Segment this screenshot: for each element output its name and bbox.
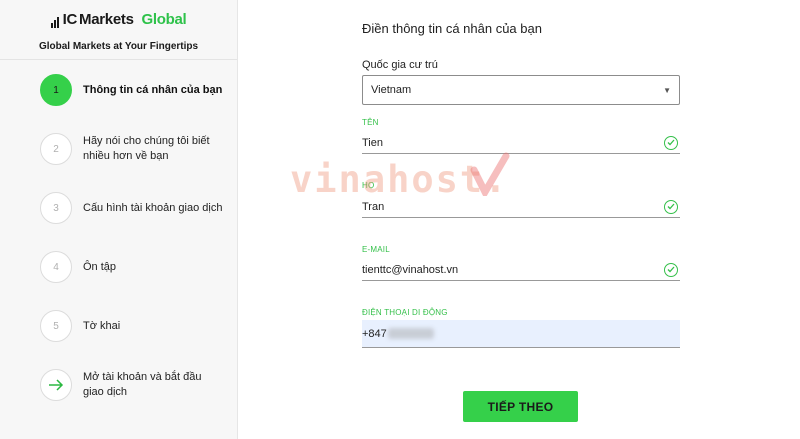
- email-field[interactable]: tienttc@vinahost.vn: [362, 259, 680, 281]
- phone-value: +847: [362, 327, 387, 340]
- country-label: Quốc gia cư trú: [362, 59, 438, 71]
- step-number-badge: 2: [40, 133, 72, 165]
- step-label: Ôn tập: [83, 260, 117, 273]
- form-title: Điền thông tin cá nhân của bạn: [362, 21, 542, 36]
- arrow-right-icon: [40, 369, 72, 401]
- step-6[interactable]: Mở tài khoản và bắt đầu giao dịch: [40, 369, 223, 401]
- phone-field[interactable]: +847: [362, 320, 680, 348]
- first-name-label: TÊN: [362, 118, 379, 127]
- first-name-value: Tien: [362, 136, 383, 149]
- country-value: Vietnam: [371, 84, 412, 96]
- sidebar: IC Markets Global Global Markets at Your …: [0, 0, 238, 439]
- step-label: Thông tin cá nhân của bạn: [83, 83, 223, 96]
- logo-markets-text: Markets: [79, 11, 134, 28]
- first-name-field[interactable]: Tien: [362, 132, 680, 154]
- step-label: Tờ khai: [83, 319, 121, 332]
- ic-markets-logo: IC Markets Global: [50, 11, 187, 28]
- step-label: Hãy nói cho chúng tôi biết nhiều hơn về …: [83, 135, 210, 162]
- logo-bars-icon: [50, 16, 59, 28]
- step-1[interactable]: 1 Thông tin cá nhân của bạn: [40, 74, 223, 106]
- email-value: tienttc@vinahost.vn: [362, 263, 459, 276]
- step-number-badge: 3: [40, 192, 72, 224]
- country-select[interactable]: Vietnam ▼: [362, 75, 680, 105]
- brand-header: IC Markets Global Global Markets at Your …: [0, 0, 237, 60]
- logo-global-text: Global: [141, 11, 187, 28]
- check-icon: [664, 199, 678, 214]
- check-icon: [664, 135, 678, 150]
- step-4[interactable]: 4 Ôn tập: [40, 251, 223, 283]
- next-button[interactable]: TIẾP THEO: [463, 391, 578, 422]
- redacted-blur: [387, 328, 434, 339]
- step-2[interactable]: 2 Hãy nói cho chúng tôi biết nhiều hơn v…: [40, 133, 223, 165]
- phone-label: ĐIỆN THOẠI DI ĐỘNG: [362, 308, 448, 317]
- step-number-badge: 4: [40, 251, 72, 283]
- last-name-value: Tran: [362, 200, 385, 213]
- check-icon: [664, 262, 678, 277]
- step-label: Cấu hình tài khoản giao dịch: [83, 201, 223, 214]
- step-5[interactable]: 5 Tờ khai: [40, 310, 223, 342]
- brand-tagline: Global Markets at Your Fingertips: [38, 41, 199, 52]
- step-number-badge: 1: [40, 74, 72, 106]
- dropdown-arrow-icon: ▼: [663, 85, 671, 95]
- step-3[interactable]: 3 Cấu hình tài khoản giao dịch: [40, 192, 223, 224]
- step-number-badge: 5: [40, 310, 72, 342]
- logo-ic-text: IC: [62, 11, 78, 28]
- watermark-checkmark-icon: [470, 152, 510, 196]
- step-label: Mở tài khoản và bắt đầu giao dịch: [83, 371, 202, 398]
- email-label: E-MAIL: [362, 245, 390, 254]
